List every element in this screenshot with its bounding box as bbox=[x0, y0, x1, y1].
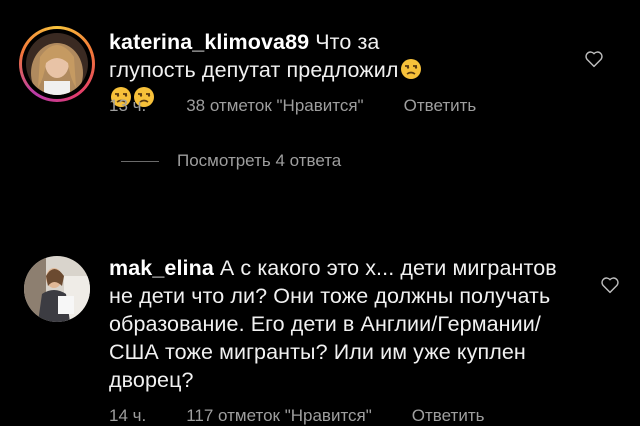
avatar[interactable] bbox=[26, 33, 88, 95]
avatar[interactable] bbox=[24, 256, 90, 322]
likes-count[interactable]: 117 отметок "Нравится" bbox=[186, 406, 372, 426]
username[interactable]: mak_elina bbox=[109, 256, 214, 280]
likes-count[interactable]: 38 отметок "Нравится" bbox=[186, 96, 363, 116]
replies-divider bbox=[121, 160, 159, 162]
view-replies-button[interactable]: Посмотреть 4 ответа bbox=[121, 151, 341, 171]
comment-time: 13 ч. bbox=[109, 96, 147, 115]
like-heart-icon[interactable] bbox=[600, 276, 620, 294]
username[interactable]: katerina_klimova89 bbox=[109, 30, 309, 54]
comment-time: 14 ч. bbox=[109, 406, 147, 425]
reply-button[interactable]: Ответить bbox=[412, 406, 485, 426]
avatar-image bbox=[26, 33, 88, 95]
avatar-image bbox=[24, 256, 90, 322]
unamused-face-icon bbox=[400, 59, 421, 79]
view-replies-label: Посмотреть 4 ответа bbox=[177, 151, 342, 170]
comment-meta: 14 ч. 117 отметок "Нравится" Ответить bbox=[109, 406, 484, 426]
comment-text-block: mak_elina А с какого это х... дети мигран… bbox=[109, 254, 579, 394]
reply-button[interactable]: Ответить bbox=[404, 96, 477, 116]
like-heart-icon[interactable] bbox=[584, 50, 604, 68]
comment-meta: 13 ч. 38 отметок "Нравится" Ответить bbox=[109, 96, 476, 116]
